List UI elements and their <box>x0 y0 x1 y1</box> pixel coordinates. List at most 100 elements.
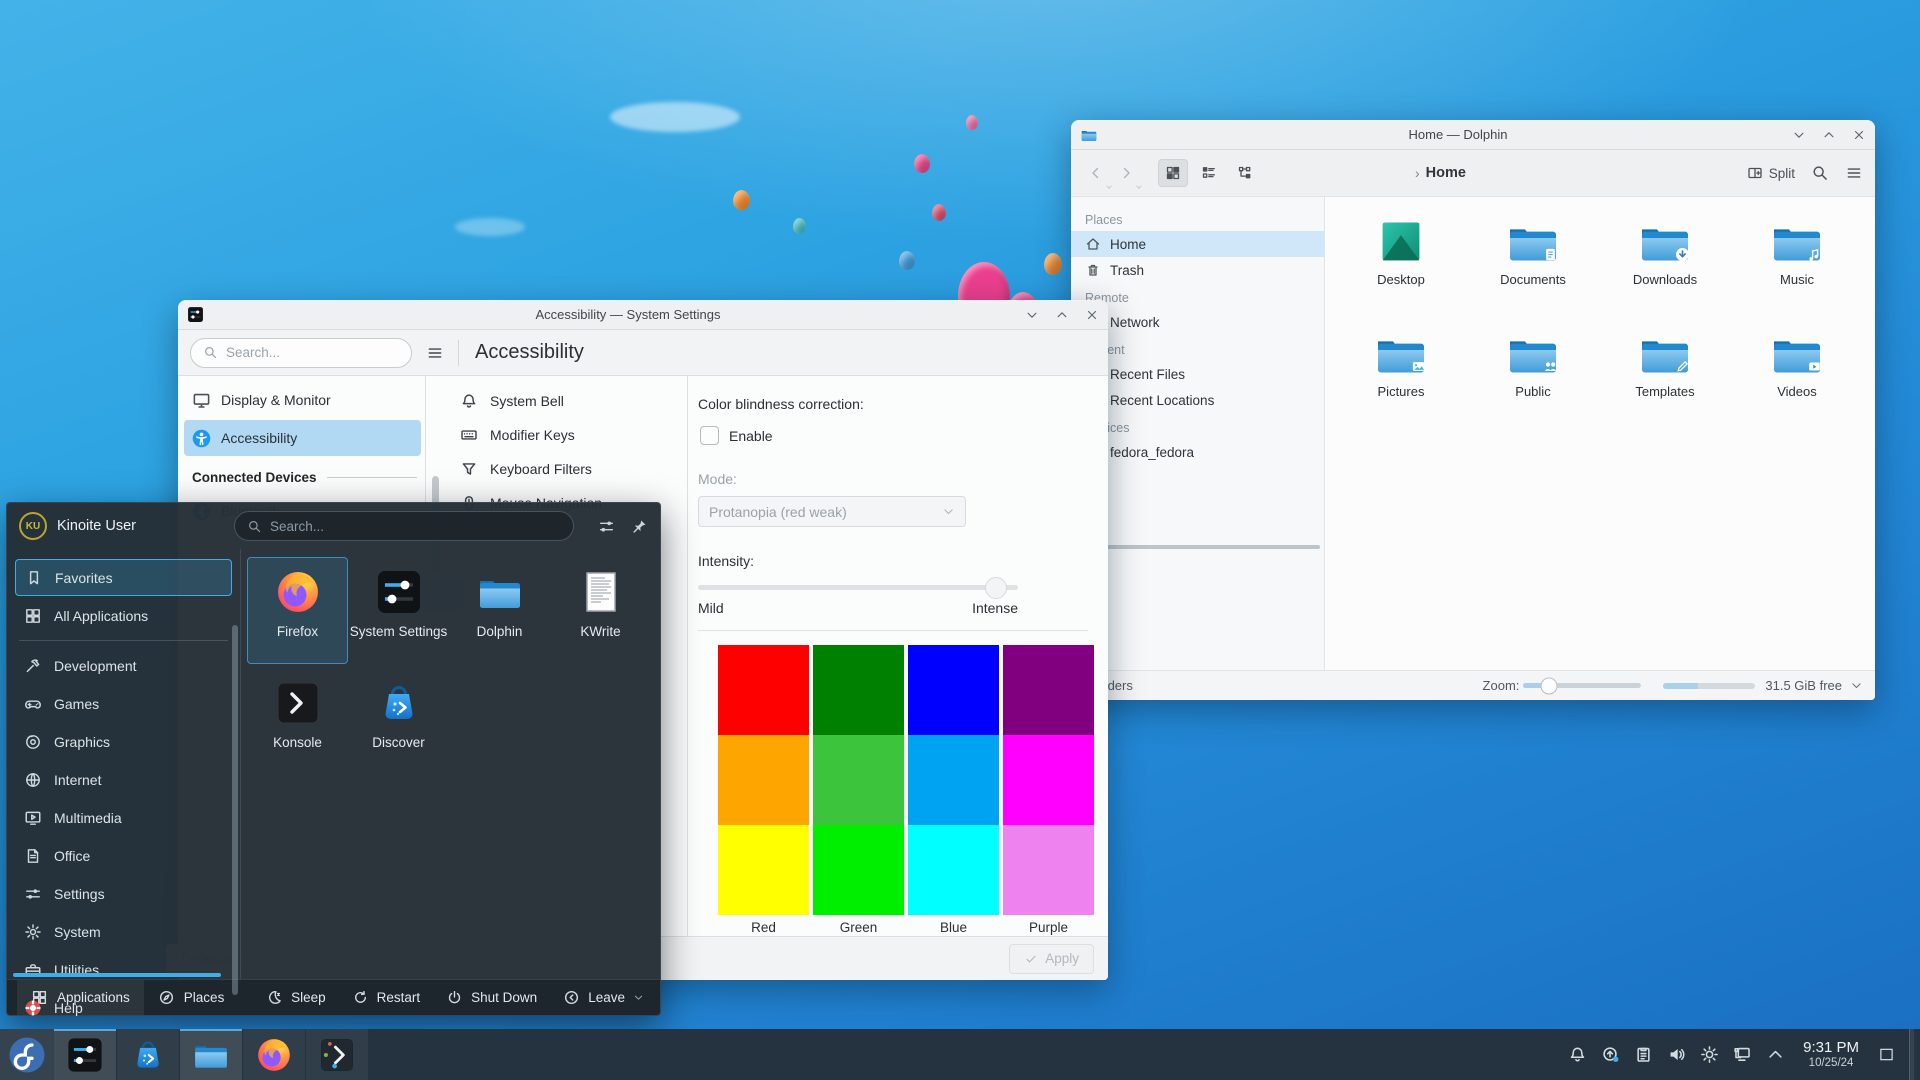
folder-icon <box>1768 331 1826 377</box>
folder-icon <box>1636 219 1694 265</box>
breadcrumb[interactable]: › Home <box>1415 165 1466 181</box>
folder-downloads[interactable]: Downloads <box>1599 213 1731 325</box>
taskbar-task-firefox[interactable] <box>243 1029 305 1080</box>
sidebar-item-display-monitor[interactable]: Display & Monitor <box>184 382 421 418</box>
notifications-icon[interactable] <box>1564 1042 1590 1068</box>
power-icon <box>446 989 463 1006</box>
launcher-category-settings[interactable]: Settings <box>15 875 232 912</box>
show-desktop-strip[interactable] <box>1909 1029 1914 1080</box>
expand-tray-icon[interactable] <box>1762 1042 1788 1068</box>
folder-videos[interactable]: Videos <box>1731 325 1863 437</box>
settings-search-field[interactable] <box>190 338 412 368</box>
volume-icon[interactable] <box>1663 1042 1689 1068</box>
digital-clock[interactable]: 9:31 PM 10/25/24 <box>1803 1039 1859 1069</box>
sidebar-item-accessibility[interactable]: Accessibility <box>184 420 421 456</box>
taskbar-task-konsole[interactable] <box>306 1029 368 1080</box>
folder-pictures[interactable]: Pictures <box>1335 325 1467 437</box>
close-icon[interactable] <box>1852 128 1866 142</box>
favorite-konsole[interactable]: Konsole <box>247 668 348 775</box>
folder-documents[interactable]: Documents <box>1467 213 1599 325</box>
launcher-category-internet[interactable]: Internet <box>15 761 232 798</box>
show-desktop-icon[interactable] <box>1874 1044 1898 1066</box>
intensity-slider[interactable] <box>698 585 1018 590</box>
launcher-category-development[interactable]: Development <box>15 647 232 684</box>
folder-templates[interactable]: Templates <box>1599 325 1731 437</box>
taskbar-task-dolphin[interactable] <box>180 1029 242 1080</box>
user-avatar[interactable]: KU <box>19 512 47 540</box>
favorite-kwrite[interactable]: KWrite <box>550 557 651 664</box>
color-column-label: Green <box>813 915 904 935</box>
color-column-purple: Purple <box>1003 645 1094 935</box>
subcategory-label: Keyboard Filters <box>490 461 592 477</box>
display-config-icon[interactable] <box>1729 1042 1755 1068</box>
apply-button[interactable]: Apply <box>1009 944 1094 974</box>
shut-down-button[interactable]: Shut Down <box>446 989 537 1006</box>
favorite-discover[interactable]: Discover <box>348 668 449 775</box>
launcher-category-graphics[interactable]: Graphics <box>15 723 232 760</box>
updates-icon[interactable] <box>1597 1042 1623 1068</box>
app-launcher-button[interactable] <box>0 1029 54 1080</box>
launcher-search-field[interactable] <box>234 511 574 541</box>
minimize-icon[interactable] <box>1792 128 1806 142</box>
leave-button[interactable]: Leave <box>563 989 644 1006</box>
close-icon[interactable] <box>1085 308 1099 322</box>
restart-button[interactable]: Restart <box>352 989 421 1006</box>
launcher-category-all-applications[interactable]: All Applications <box>15 597 232 634</box>
breadcrumb-home[interactable]: Home <box>1426 165 1466 181</box>
chevron-down-icon[interactable] <box>1850 679 1863 692</box>
dolphin-titlebar[interactable]: Home — Dolphin <box>1071 120 1875 150</box>
folder-label: Music <box>1780 272 1814 287</box>
color-swatch <box>813 645 904 735</box>
mode-dropdown[interactable]: Protanopia (red weak) <box>698 496 966 527</box>
folder-music[interactable]: Music <box>1731 213 1863 325</box>
brightness-icon[interactable] <box>1696 1042 1722 1068</box>
folder-public[interactable]: Public <box>1467 325 1599 437</box>
hamburger-menu-icon[interactable] <box>426 344 444 362</box>
taskbar-task-discover[interactable] <box>117 1029 179 1080</box>
favorite-system-settings[interactable]: System Settings <box>348 557 449 664</box>
launcher-category-help[interactable]: Help <box>15 989 232 1026</box>
launcher-category-system[interactable]: System <box>15 913 232 950</box>
subcategory-keyboard-filters[interactable]: Keyboard Filters <box>460 452 687 486</box>
launcher-search-input[interactable] <box>270 519 561 534</box>
subcategory-system-bell[interactable]: System Bell <box>460 384 687 418</box>
launcher-category-favorites[interactable]: Favorites <box>15 559 232 596</box>
launcher-category-games[interactable]: Games <box>15 685 232 722</box>
search-icon[interactable] <box>1811 164 1829 182</box>
back-button[interactable] <box>1083 160 1109 186</box>
scrollbar-thumb[interactable] <box>232 625 238 995</box>
maximize-icon[interactable] <box>1055 308 1069 322</box>
clipboard-icon[interactable] <box>1630 1042 1656 1068</box>
sleep-button[interactable]: Sleep <box>266 989 326 1006</box>
favorite-firefox[interactable]: Firefox <box>247 557 348 664</box>
places-item-network[interactable]: Network <box>1071 309 1324 335</box>
split-button[interactable]: Split <box>1747 165 1795 181</box>
minimize-icon[interactable] <box>1025 308 1039 322</box>
category-label: Office <box>54 848 90 864</box>
tree-view-button[interactable] <box>1230 159 1260 187</box>
folder-label: Videos <box>1777 384 1817 399</box>
icons-view-button[interactable] <box>1158 159 1188 187</box>
free-space-bar <box>1663 683 1755 689</box>
folder-icon <box>1372 219 1430 265</box>
forward-button[interactable] <box>1113 160 1139 186</box>
taskbar-task-system-settings[interactable] <box>54 1029 116 1080</box>
enable-checkbox[interactable] <box>700 426 719 445</box>
settings-titlebar[interactable]: Accessibility — System Settings <box>178 300 1108 330</box>
zoom-slider[interactable] <box>1523 683 1641 688</box>
subcategory-modifier-keys[interactable]: Modifier Keys <box>460 418 687 452</box>
pin-icon[interactable] <box>631 518 648 535</box>
launcher-category-utilities[interactable]: Utilities <box>15 951 232 988</box>
places-item-home[interactable]: Home <box>1071 231 1324 257</box>
details-view-button[interactable] <box>1194 159 1224 187</box>
hamburger-menu-icon[interactable] <box>1845 164 1863 182</box>
places-item-trash[interactable]: Trash <box>1071 257 1324 283</box>
launcher-category-multimedia[interactable]: Multimedia <box>15 799 232 836</box>
folder-desktop[interactable]: Desktop <box>1335 213 1467 325</box>
launcher-category-office[interactable]: Office <box>15 837 232 874</box>
settings-search-input[interactable] <box>226 345 399 360</box>
kwrite-app-icon <box>577 568 625 616</box>
favorite-dolphin[interactable]: Dolphin <box>449 557 550 664</box>
maximize-icon[interactable] <box>1822 128 1836 142</box>
configure-icon[interactable] <box>598 518 615 535</box>
